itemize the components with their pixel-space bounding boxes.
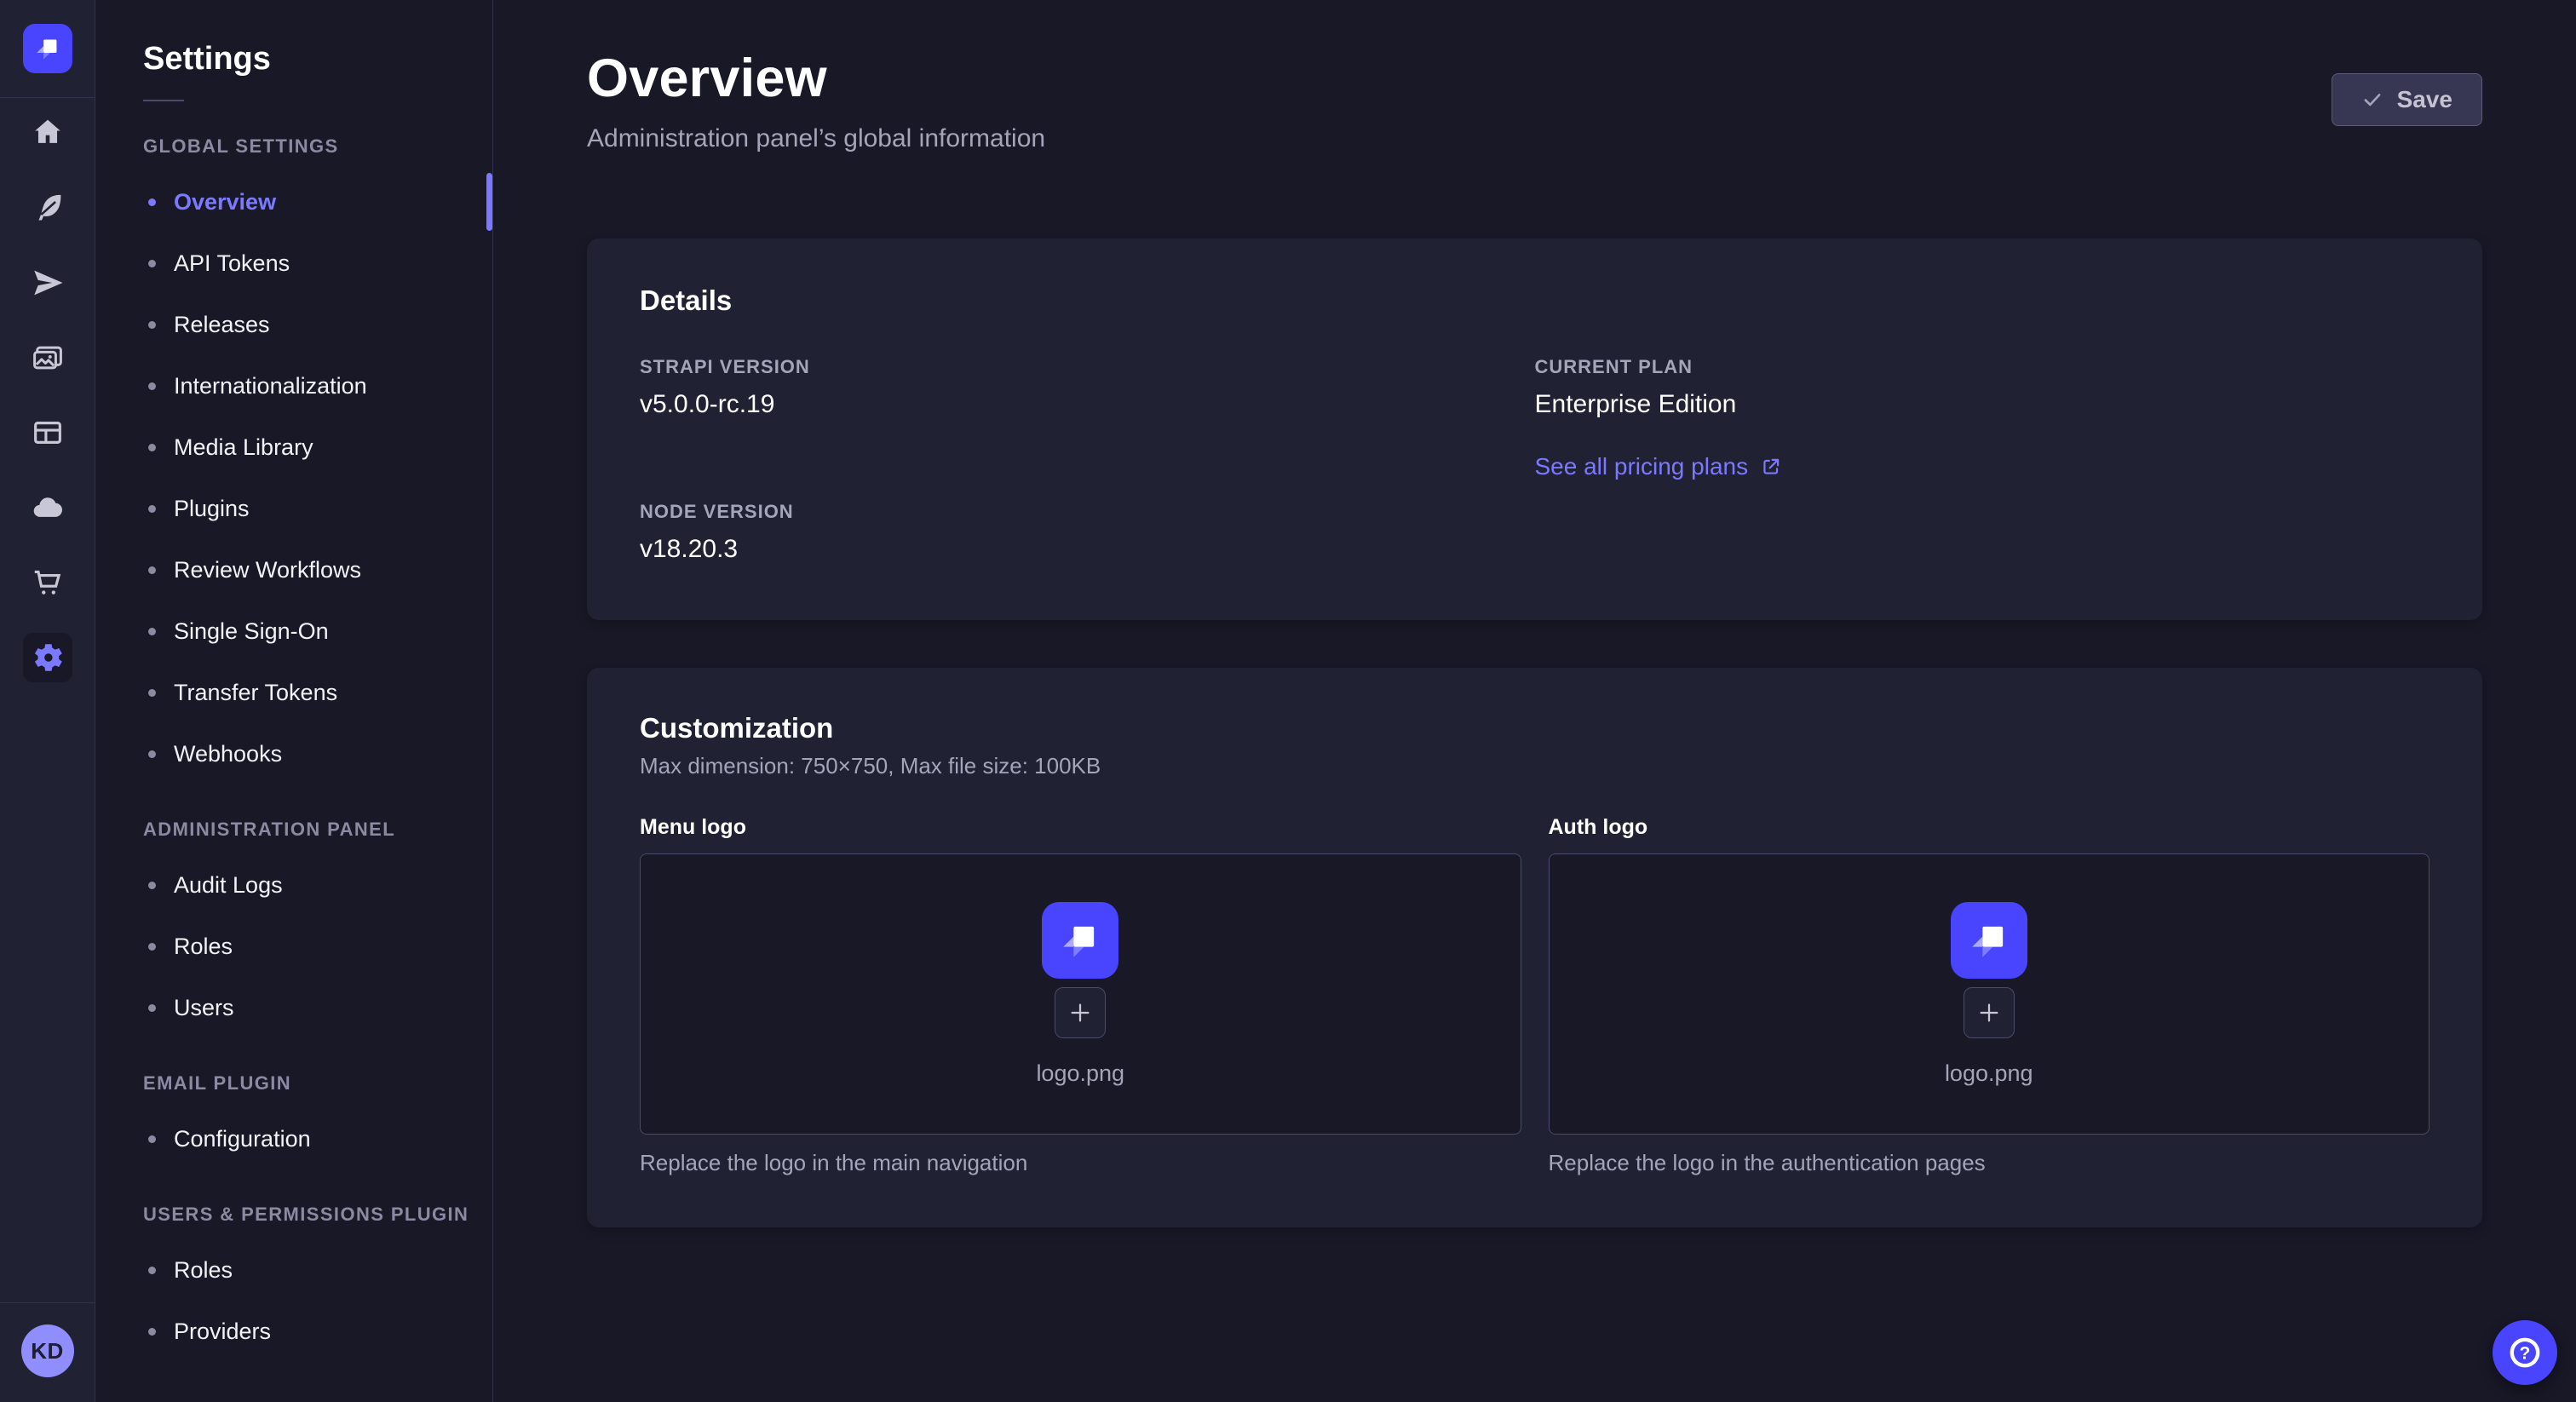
sidebar-title-rule xyxy=(143,100,184,101)
bullet-dot xyxy=(148,1267,156,1274)
menu-logo-dropzone[interactable]: logo.png xyxy=(640,853,1521,1135)
bullet-dot xyxy=(148,1328,156,1336)
menu-logo-add-button[interactable] xyxy=(1055,987,1106,1038)
strapi-admin-app: KD Settings GLOBAL SETTINGS Overview API… xyxy=(0,0,2576,1402)
menu-logo-filename: logo.png xyxy=(1036,1060,1124,1087)
layout-icon[interactable] xyxy=(23,408,72,457)
sidebar-item-admin-roles[interactable]: Roles xyxy=(95,916,492,977)
settings-sidebar: Settings GLOBAL SETTINGS Overview API To… xyxy=(95,0,493,1402)
gear-icon[interactable] xyxy=(23,633,72,682)
rail-bottom-section: KD xyxy=(0,1302,95,1402)
strapi-logo[interactable] xyxy=(23,24,72,73)
sidebar-item-single-sign-on[interactable]: Single Sign-On xyxy=(95,600,492,662)
current-plan-label: CURRENT PLAN xyxy=(1535,356,2430,378)
auth-logo-dropzone[interactable]: logo.png xyxy=(1549,853,2430,1135)
plus-icon xyxy=(1067,1000,1093,1026)
auth-logo-upload: Auth logo logo.png Replace the logo in t… xyxy=(1549,815,2430,1176)
sidebar-item-review-workflows[interactable]: Review Workflows xyxy=(95,539,492,600)
customization-subtitle: Max dimension: 750×750, Max file size: 1… xyxy=(640,753,2429,779)
main-content: Overview Administration panel’s global i… xyxy=(493,0,2576,1402)
auth-logo-caption: Replace the logo in the authentication p… xyxy=(1549,1150,2430,1176)
strapi-version-field: STRAPI VERSION v5.0.0-rc.19 xyxy=(640,356,1535,419)
section-label-users-permissions-plugin: USERS & PERMISSIONS PLUGIN xyxy=(95,1204,492,1226)
sidebar-item-overview[interactable]: Overview xyxy=(95,171,492,233)
bullet-dot xyxy=(148,628,156,635)
check-icon xyxy=(2361,89,2383,111)
bullet-dot xyxy=(148,566,156,574)
sidebar-item-up-roles[interactable]: Roles xyxy=(95,1239,492,1301)
bullet-dot xyxy=(148,505,156,513)
question-icon: ? xyxy=(2506,1334,2544,1371)
node-version-field: NODE VERSION v18.20.3 xyxy=(640,501,1535,564)
sidebar-item-plugins[interactable]: Plugins xyxy=(95,478,492,539)
auth-logo-label: Auth logo xyxy=(1549,815,2430,840)
sidebar-item-audit-logs[interactable]: Audit Logs xyxy=(95,854,492,916)
sidebar-item-internationalization[interactable]: Internationalization xyxy=(95,355,492,417)
plus-icon xyxy=(1976,1000,2002,1026)
strapi-version-label: STRAPI VERSION xyxy=(640,356,1535,378)
sidebar-item-media-library[interactable]: Media Library xyxy=(95,417,492,478)
page-subtitle: Administration panel’s global informatio… xyxy=(587,124,1045,153)
auth-logo-add-button[interactable] xyxy=(1964,987,2015,1038)
sidebar-item-api-tokens[interactable]: API Tokens xyxy=(95,233,492,294)
menu-logo-upload: Menu logo logo.png Replace the logo in t… xyxy=(640,815,1521,1176)
sidebar-item-admin-users[interactable]: Users xyxy=(95,977,492,1038)
external-link-icon xyxy=(1760,456,1782,478)
details-heading: Details xyxy=(640,284,2429,317)
pricing-plans-link[interactable]: See all pricing plans xyxy=(1535,453,1783,480)
help-button[interactable]: ? xyxy=(2493,1320,2557,1385)
bullet-dot xyxy=(148,321,156,329)
bullet-dot xyxy=(148,1135,156,1143)
auth-logo-preview xyxy=(1951,902,2027,979)
customization-heading: Customization xyxy=(640,712,2429,744)
section-label-administration-panel: ADMINISTRATION PANEL xyxy=(95,819,492,841)
active-indicator xyxy=(486,173,492,231)
user-avatar[interactable]: KD xyxy=(21,1324,74,1377)
node-version-value: v18.20.3 xyxy=(640,535,1535,564)
save-button[interactable]: Save xyxy=(2332,73,2482,126)
home-icon[interactable] xyxy=(23,108,72,158)
page-title: Overview xyxy=(587,48,1045,109)
bullet-dot xyxy=(148,882,156,889)
cart-icon[interactable] xyxy=(23,558,72,607)
svg-text:?: ? xyxy=(2520,1344,2531,1364)
paper-plane-icon[interactable] xyxy=(23,258,72,307)
sidebar-item-webhooks[interactable]: Webhooks xyxy=(95,723,492,784)
bullet-dot xyxy=(148,750,156,758)
node-version-label: NODE VERSION xyxy=(640,501,1535,523)
bullet-dot xyxy=(148,1004,156,1012)
sidebar-item-releases[interactable]: Releases xyxy=(95,294,492,355)
strapi-version-value: v5.0.0-rc.19 xyxy=(640,390,1535,419)
bullet-dot xyxy=(148,943,156,951)
current-plan-field: CURRENT PLAN Enterprise Edition xyxy=(1535,356,2430,419)
icon-rail: KD xyxy=(0,0,95,1402)
cloud-icon[interactable] xyxy=(23,483,72,532)
bullet-dot xyxy=(148,689,156,697)
bullet-dot xyxy=(148,260,156,267)
details-card: Details STRAPI VERSION v5.0.0-rc.19 NODE… xyxy=(587,238,2482,620)
customization-card: Customization Max dimension: 750×750, Ma… xyxy=(587,668,2482,1227)
bullet-dot xyxy=(148,444,156,451)
bullet-dot xyxy=(148,198,156,206)
auth-logo-filename: logo.png xyxy=(1945,1060,2033,1087)
menu-logo-label: Menu logo xyxy=(640,815,1521,840)
menu-logo-caption: Replace the logo in the main navigation xyxy=(640,1150,1521,1176)
section-label-global-settings: GLOBAL SETTINGS xyxy=(95,135,492,158)
sidebar-item-email-configuration[interactable]: Configuration xyxy=(95,1108,492,1169)
current-plan-value: Enterprise Edition xyxy=(1535,390,2430,419)
menu-logo-preview xyxy=(1042,902,1118,979)
images-icon[interactable] xyxy=(23,333,72,382)
sidebar-item-transfer-tokens[interactable]: Transfer Tokens xyxy=(95,662,492,723)
sidebar-item-up-providers[interactable]: Providers xyxy=(95,1301,492,1362)
rail-divider xyxy=(0,97,95,98)
section-label-email-plugin: EMAIL PLUGIN xyxy=(95,1072,492,1095)
feather-icon[interactable] xyxy=(23,183,72,233)
bullet-dot xyxy=(148,382,156,390)
sidebar-title: Settings xyxy=(95,41,492,78)
